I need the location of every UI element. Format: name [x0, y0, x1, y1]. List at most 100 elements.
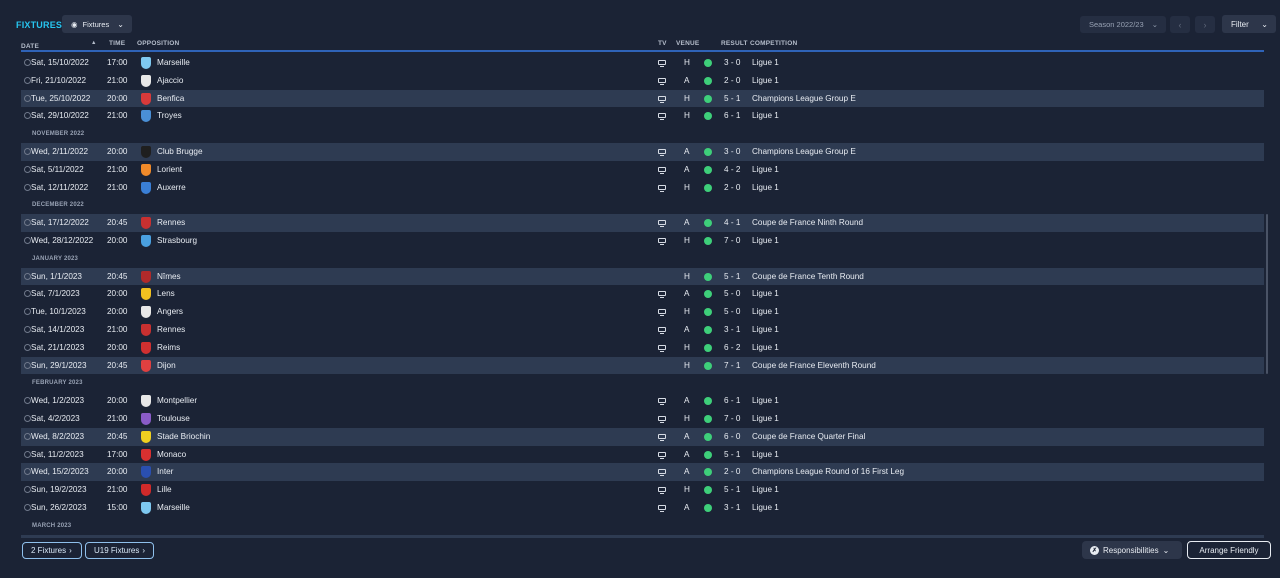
fixture-opposition[interactable]: Club Brugge — [157, 147, 203, 156]
fixture-result[interactable]: 3 - 0 — [724, 58, 740, 67]
fixture-row[interactable]: Sun, 26/2/2023 15:00 Marseille A 3 - 1 Ligue … — [21, 499, 1264, 517]
fixture-result[interactable]: 3 - 0 — [724, 147, 740, 156]
fixture-competition[interactable]: Ligue 1 — [752, 165, 779, 174]
column-competition[interactable]: COMPETITION — [750, 40, 797, 47]
fixture-competition[interactable]: Ligue 1 — [752, 396, 779, 405]
fixture-opposition[interactable]: Montpellier — [157, 396, 197, 405]
fixture-result[interactable]: 4 - 2 — [724, 165, 740, 174]
fixture-opposition[interactable]: Toulouse — [157, 414, 190, 423]
view-selector-button[interactable]: ◉ Fixtures ⌄ — [62, 15, 132, 33]
fixture-row[interactable]: Wed, 28/12/2022 20:00 Strasbourg H 7 - 0 Ligu… — [21, 232, 1264, 250]
fixture-competition[interactable]: Champions League Group E — [752, 147, 856, 156]
fixture-competition[interactable]: Coupe de France Quarter Final — [752, 432, 865, 441]
fixture-row[interactable]: Tue, 25/10/2022 20:00 Benfica H 5 - 1 Champio… — [21, 89, 1264, 108]
fixture-opposition[interactable]: Stade Briochin — [157, 432, 210, 441]
fixture-competition[interactable]: Ligue 1 — [752, 183, 779, 192]
fixture-opposition[interactable]: Strasbourg — [157, 236, 197, 245]
fixture-result[interactable]: 5 - 1 — [724, 94, 740, 103]
fixture-row[interactable]: Wed, 2/11/2022 20:00 Club Brugge A 3 - 0 Cham… — [21, 142, 1264, 161]
fixture-result[interactable]: 7 - 0 — [724, 236, 740, 245]
previous-season-button[interactable]: ‹ — [1170, 16, 1190, 33]
fixture-result[interactable]: 7 - 1 — [724, 361, 740, 370]
fixture-competition[interactable]: Ligue 1 — [752, 111, 779, 120]
filter-button[interactable]: Filter ⌄ — [1222, 15, 1276, 33]
fixture-opposition[interactable]: Nîmes — [157, 272, 181, 281]
fixture-opposition[interactable]: Benfica — [157, 94, 184, 103]
fixture-result[interactable]: 6 - 0 — [724, 432, 740, 441]
fixture-opposition[interactable]: Dijon — [157, 361, 176, 370]
fixture-result[interactable]: 6 - 2 — [724, 343, 740, 352]
column-tv[interactable]: TV — [658, 40, 667, 47]
season-select[interactable]: Season 2022/23 ⌄ — [1080, 16, 1166, 33]
fixture-opposition[interactable]: Lille — [157, 485, 172, 494]
fixture-row[interactable]: Sat, 21/1/2023 20:00 Reims H 6 - 2 Ligue 1 — [21, 339, 1264, 357]
fixture-result[interactable]: 2 - 0 — [724, 183, 740, 192]
fixture-row[interactable]: Sat, 17/12/2022 20:45 Rennes A 4 - 1 Coupe de… — [21, 214, 1264, 232]
fixture-row[interactable]: Sat, 12/11/2022 21:00 Auxerre H 2 - 0 Ligue 1 — [21, 179, 1264, 197]
u19-fixtures-button[interactable]: U19 Fixtures › — [85, 542, 154, 559]
fixture-row[interactable]: Wed, 8/2/2023 20:45 Stade Briochin A 6 - 0 Co… — [21, 427, 1264, 446]
fixture-result[interactable]: 2 - 0 — [724, 467, 740, 476]
arrange-friendly-button[interactable]: Arrange Friendly — [1187, 541, 1271, 559]
fixture-opposition[interactable]: Rennes — [157, 325, 185, 334]
fixture-result[interactable]: 2 - 0 — [724, 76, 740, 85]
fixture-opposition[interactable]: Lorient — [157, 165, 182, 174]
fixture-row[interactable]: Wed, 15/2/2023 20:00 Inter A 2 - 0 Champions … — [21, 463, 1264, 482]
fixture-row[interactable]: Sat, 4/2/2023 21:00 Toulouse H 7 - 0 Ligue 1 — [21, 410, 1264, 428]
fixture-opposition[interactable]: Monaco — [157, 450, 186, 459]
fixture-competition[interactable]: Ligue 1 — [752, 76, 779, 85]
fixture-competition[interactable]: Coupe de France Eleventh Round — [752, 361, 876, 370]
fixture-row[interactable]: Sat, 29/10/2022 21:00 Troyes H 6 - 1 Ligue 1 — [21, 107, 1264, 125]
fixture-competition[interactable]: Champions League Round of 16 First Leg — [752, 467, 904, 476]
fixture-row[interactable]: Sat, 7/1/2023 20:00 Lens A 5 - 0 Ligue 1 — [21, 285, 1264, 303]
fixture-competition[interactable]: Ligue 1 — [752, 343, 779, 352]
fixture-opposition[interactable]: Ajaccio — [157, 76, 183, 85]
fixture-row[interactable]: Tue, 10/1/2023 20:00 Angers H 5 - 0 Ligue 1 — [21, 303, 1264, 321]
fixture-result[interactable]: 5 - 0 — [724, 289, 740, 298]
responsibilities-button[interactable]: ✗ Responsibilities ⌄ — [1082, 541, 1182, 559]
fixture-result[interactable]: 7 - 0 — [724, 414, 740, 423]
fixture-competition[interactable]: Champions League Group E — [752, 94, 856, 103]
fixture-competition[interactable]: Ligue 1 — [752, 503, 779, 512]
fixture-result[interactable]: 5 - 1 — [724, 450, 740, 459]
fixture-competition[interactable]: Ligue 1 — [752, 236, 779, 245]
fixture-opposition[interactable]: Marseille — [157, 58, 190, 67]
fixture-competition[interactable]: Ligue 1 — [752, 289, 779, 298]
scrollbar[interactable] — [1266, 214, 1268, 374]
fixture-result[interactable]: 5 - 0 — [724, 307, 740, 316]
fixture-competition[interactable]: Coupe de France Ninth Round — [752, 218, 863, 227]
fixture-row[interactable]: Sat, 5/11/2022 21:00 Lorient A 4 - 2 Ligue 1 — [21, 161, 1264, 179]
fixture-result[interactable]: 4 - 1 — [724, 218, 740, 227]
fixture-competition[interactable]: Ligue 1 — [752, 450, 779, 459]
column-result[interactable]: RESULT — [721, 40, 748, 47]
next-season-button[interactable]: › — [1195, 16, 1215, 33]
fixture-competition[interactable]: Ligue 1 — [752, 325, 779, 334]
fixture-opposition[interactable]: Rennes — [157, 218, 185, 227]
fixture-row[interactable]: Sun, 19/2/2023 21:00 Lille H 5 - 1 Ligue 1 — [21, 481, 1264, 499]
fixture-opposition[interactable]: Reims — [157, 343, 180, 352]
fixture-opposition[interactable]: Inter — [157, 467, 173, 476]
fixture-opposition[interactable]: Angers — [157, 307, 183, 316]
fixture-opposition[interactable]: Auxerre — [157, 183, 186, 192]
fixture-opposition[interactable]: Lens — [157, 289, 175, 298]
fixture-result[interactable]: 5 - 1 — [724, 485, 740, 494]
fixture-result[interactable]: 3 - 1 — [724, 325, 740, 334]
column-opposition[interactable]: OPPOSITION — [137, 40, 179, 47]
fixture-opposition[interactable]: Troyes — [157, 111, 182, 120]
fixture-row[interactable]: Sun, 1/1/2023 20:45 Nîmes H 5 - 1 Coupe de Fr… — [21, 267, 1264, 286]
fixture-result[interactable]: 5 - 1 — [724, 272, 740, 281]
fixture-row[interactable]: Sat, 11/2/2023 17:00 Monaco A 5 - 1 Ligue 1 — [21, 446, 1264, 464]
column-time[interactable]: TIME — [109, 40, 125, 47]
fixture-result[interactable]: 6 - 1 — [724, 111, 740, 120]
fixture-competition[interactable]: Ligue 1 — [752, 58, 779, 67]
fixture-result[interactable]: 6 - 1 — [724, 396, 740, 405]
fixture-competition[interactable]: Coupe de France Tenth Round — [752, 272, 864, 281]
fixture-row[interactable]: Wed, 1/2/2023 20:00 Montpellier A 6 - 1 Ligue… — [21, 392, 1264, 410]
fixture-result[interactable]: 3 - 1 — [724, 503, 740, 512]
fixture-row[interactable]: Fri, 21/10/2022 21:00 Ajaccio A 2 - 0 Ligue 1 — [21, 72, 1264, 90]
column-venue[interactable]: VENUE — [676, 40, 699, 47]
fixture-competition[interactable]: Ligue 1 — [752, 307, 779, 316]
fixture-row[interactable]: Sat, 15/10/2022 17:00 Marseille H 3 - 0 Ligue… — [21, 54, 1264, 72]
fixture-opposition[interactable]: Marseille — [157, 503, 190, 512]
fixture-row[interactable]: Sun, 29/1/2023 20:45 Dijon H 7 - 1 Coupe de F… — [21, 356, 1264, 375]
